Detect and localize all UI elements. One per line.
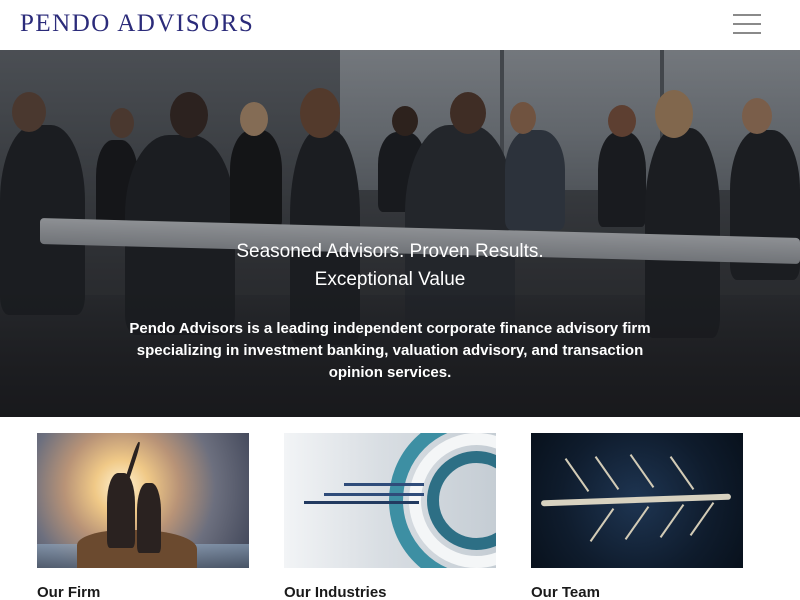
hiker-figure (107, 473, 135, 548)
hiker-figure (137, 483, 161, 553)
oar (669, 456, 695, 490)
oar (629, 454, 655, 488)
oar (624, 506, 650, 540)
hamburger-menu-icon[interactable] (733, 13, 761, 35)
hero-title: Seasoned Advisors. Proven Results. Excep… (236, 241, 544, 290)
card-label[interactable]: Our Firm (37, 584, 100, 600)
arrow (304, 501, 419, 504)
site-logo[interactable]: PENDO ADVISORS (20, 10, 254, 38)
card-our-firm[interactable]: Our Firm (37, 433, 249, 600)
oar (659, 504, 685, 538)
menu-bar-middle (733, 23, 761, 25)
card-our-team[interactable]: Our Team (531, 433, 743, 600)
oar (564, 458, 590, 492)
our-industries-image[interactable] (284, 433, 496, 568)
oar (689, 502, 715, 536)
arrow (324, 493, 424, 496)
our-firm-image[interactable] (37, 433, 249, 568)
oar (594, 456, 620, 490)
site-header: PENDO ADVISORS (0, 0, 800, 50)
hero-banner: Seasoned Advisors. Proven Results. Excep… (0, 50, 800, 417)
hiker-raised-arm (124, 441, 142, 481)
card-label[interactable]: Our Industries (284, 584, 387, 600)
rowing-boat (540, 493, 732, 507)
card-label[interactable]: Our Team (531, 584, 600, 600)
menu-bar-bottom (733, 32, 761, 34)
oar (589, 508, 615, 542)
menu-bar-top (733, 14, 761, 16)
hero-description: Pendo Advisors is a leading independent … (129, 320, 651, 381)
our-team-image[interactable] (531, 433, 743, 568)
card-our-industries[interactable]: Our Industries (284, 433, 496, 600)
arrow (344, 483, 424, 486)
